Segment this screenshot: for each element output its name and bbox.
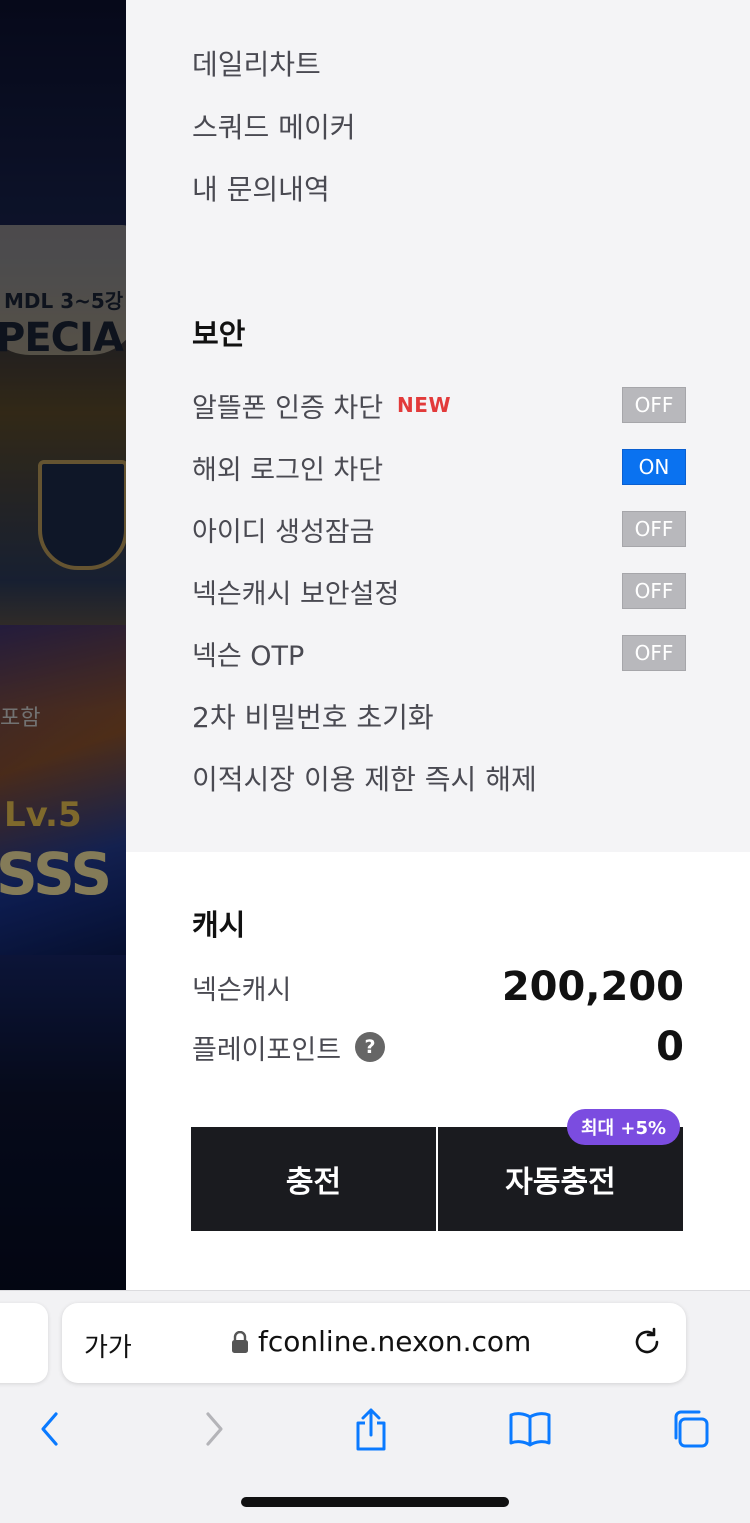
security-row-cash-security: 넥슨캐시 보안설정 OFF	[192, 571, 686, 611]
security-row-label: 아이디 생성잠금	[192, 516, 375, 548]
toggle-otp[interactable]: OFF	[622, 635, 686, 671]
toggle-overseas-login[interactable]: ON	[622, 449, 686, 485]
reload-icon[interactable]	[630, 1325, 664, 1359]
lock-icon	[232, 1330, 248, 1353]
browser-toolbar: 가가 fconline.nexon.com	[0, 1290, 750, 1523]
nexon-cash-row: 넥슨캐시 200,200	[192, 964, 684, 1010]
toggle-mvno-block[interactable]: OFF	[622, 387, 686, 423]
play-point-value: 0	[656, 1024, 684, 1070]
link-release-transfer-limit[interactable]: 이적시장 이용 제한 즉시 해제	[192, 758, 537, 798]
security-row-otp: 넥슨 OTP OFF	[192, 633, 686, 673]
security-section-title: 보안	[192, 317, 246, 351]
play-point-row: 플레이포인트 ? 0	[192, 1024, 684, 1070]
address-bar[interactable]: 가가 fconline.nexon.com	[62, 1303, 686, 1383]
menu-item-daily-chart[interactable]: 데일리차트	[192, 43, 321, 83]
cash-section-title: 캐시	[192, 908, 246, 942]
book-icon	[509, 1412, 551, 1447]
side-menu: 데일리차트 스쿼드 메이커 내 문의내역 보안 알뜰폰 인증 차단 NEW OF…	[126, 0, 750, 852]
play-point-label: 플레이포인트	[192, 1034, 342, 1066]
security-row-id-creation-lock: 아이디 생성잠금 OFF	[192, 509, 686, 549]
security-row-label: 해외 로그인 차단	[192, 454, 384, 486]
background-promo: MDL 3~5강 PECIAL 포함 Lv.5 SSS	[0, 0, 126, 1290]
chevron-left-icon	[41, 1412, 58, 1446]
share-icon	[356, 1408, 386, 1451]
toggle-id-creation-lock[interactable]: OFF	[622, 511, 686, 547]
toggle-cash-security[interactable]: OFF	[622, 573, 686, 609]
home-indicator[interactable]	[241, 1497, 509, 1507]
bonus-badge: 최대 +5%	[567, 1109, 681, 1145]
url-text: fconline.nexon.com	[258, 1325, 532, 1358]
text-size-button[interactable]: 가가	[84, 1327, 132, 1364]
nexon-cash-value: 200,200	[501, 964, 684, 1010]
security-row-overseas-login: 해외 로그인 차단 ON	[192, 447, 686, 487]
share-button[interactable]	[343, 1401, 399, 1457]
nexon-cash-label: 넥슨캐시	[192, 974, 292, 1006]
forward-button[interactable]	[186, 1401, 242, 1457]
menu-item-squad-maker[interactable]: 스쿼드 메이커	[192, 106, 355, 146]
tabs-button[interactable]	[662, 1401, 718, 1457]
bookmarks-button[interactable]	[502, 1401, 558, 1457]
charge-button[interactable]: 충전	[191, 1127, 436, 1231]
tabs-icon	[674, 1410, 709, 1448]
security-row-label: 넥슨 OTP	[192, 640, 305, 672]
dim-overlay[interactable]	[0, 0, 126, 1290]
question-circle-icon[interactable]: ?	[355, 1032, 386, 1062]
security-row-label: 알뜰폰 인증 차단	[192, 392, 384, 424]
cash-section: 캐시 넥슨캐시 200,200 플레이포인트 ? 0 충전 자동충전 최대 +5…	[126, 852, 750, 1290]
security-row-mvno-block: 알뜰폰 인증 차단 NEW OFF	[192, 385, 686, 425]
new-badge: NEW	[397, 393, 452, 417]
chevron-right-icon	[206, 1412, 223, 1446]
security-row-label: 넥슨캐시 보안설정	[192, 578, 400, 610]
back-button[interactable]	[22, 1401, 78, 1457]
previous-tab-preview[interactable]	[0, 1303, 48, 1383]
menu-item-my-inquiries[interactable]: 내 문의내역	[192, 168, 330, 208]
link-reset-2nd-password[interactable]: 2차 비밀번호 초기화	[192, 696, 434, 736]
